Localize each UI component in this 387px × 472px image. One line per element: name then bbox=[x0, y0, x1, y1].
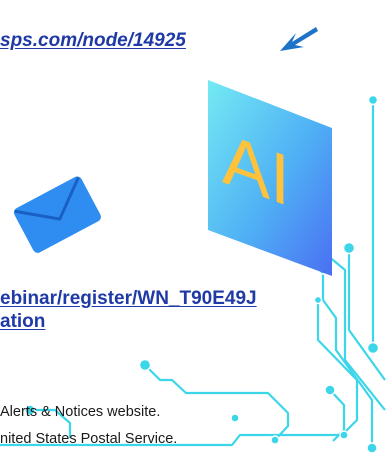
webinar-url-link-line1[interactable]: ebinar/register/WN_T90E49J bbox=[0, 288, 257, 310]
envelope-icon bbox=[13, 176, 101, 253]
body-text-line1: Alerts & Notices website. bbox=[0, 404, 161, 420]
arrow-pointing-left-icon bbox=[280, 27, 318, 51]
webinar-url-link-line2[interactable]: ation bbox=[0, 311, 45, 333]
top-url-link[interactable]: sps.com/node/14925 bbox=[0, 30, 186, 52]
body-text-line2: nited States Postal Service. bbox=[0, 431, 178, 447]
ai-card-graphic: AI bbox=[208, 80, 332, 276]
